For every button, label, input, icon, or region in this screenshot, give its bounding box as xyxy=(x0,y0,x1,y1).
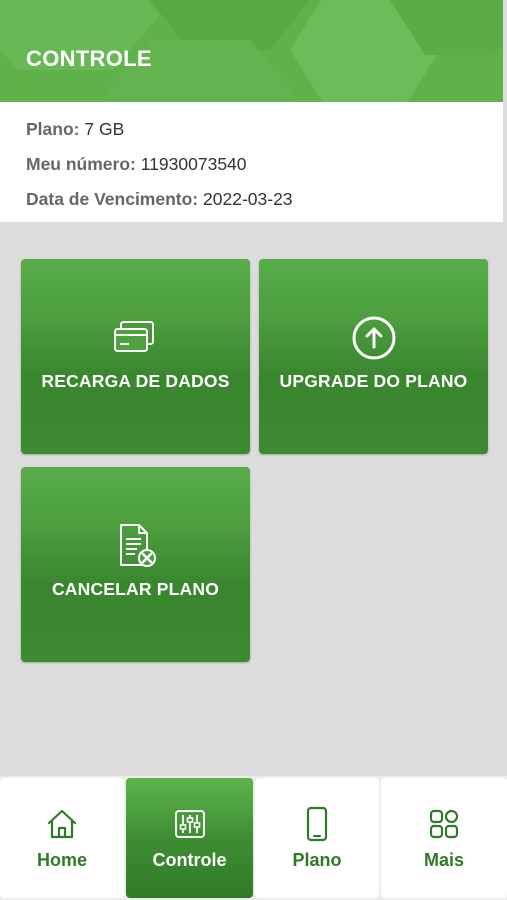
number-row: Meu número: 11930073540 xyxy=(26,154,503,189)
bottom-navigation: Home Controle Plano Mais xyxy=(0,776,507,900)
credit-cards-icon xyxy=(113,321,154,352)
smartphone-icon xyxy=(306,806,328,842)
upgrade-plan-label: UPGRADE DO PLANO xyxy=(279,371,468,391)
nav-item-plano[interactable]: Plano xyxy=(255,778,379,898)
number-value: 11930073540 xyxy=(140,154,247,174)
due-date-label: Data de Vencimento: xyxy=(26,189,199,209)
document-cancel-icon xyxy=(119,524,156,567)
grid-icon xyxy=(429,809,459,839)
page-title: CONTROLE xyxy=(26,46,152,71)
recharge-data-label: RECARGA DE DADOS xyxy=(41,371,230,391)
recharge-data-button[interactable]: RECARGA DE DADOS xyxy=(21,259,250,454)
nav-item-controle[interactable]: Controle xyxy=(126,778,253,898)
plan-value: 7 GB xyxy=(84,119,125,139)
nav-label-mais: Mais xyxy=(423,850,465,870)
nav-label-plano: Plano xyxy=(292,850,342,870)
nav-item-home[interactable]: Home xyxy=(0,778,124,898)
plan-row: Plano: 7 GB xyxy=(26,119,503,154)
cancel-plan-label: CANCELAR PLANO xyxy=(51,579,220,599)
nav-label-controle: Controle xyxy=(152,850,227,870)
home-icon xyxy=(47,809,77,839)
app-screen: CONTROLE Plano: 7 GB Meu número: 1193007… xyxy=(0,0,507,900)
nav-item-mais[interactable]: Mais xyxy=(381,778,507,898)
number-label: Meu número: xyxy=(26,154,136,174)
due-date-row: Data de Vencimento: 2022-03-23 xyxy=(26,189,503,224)
cancel-plan-button[interactable]: CANCELAR PLANO xyxy=(21,467,250,662)
plan-label: Plano: xyxy=(26,119,80,139)
header: CONTROLE xyxy=(0,0,503,102)
nav-label-home: Home xyxy=(36,850,87,870)
upgrade-plan-button[interactable]: UPGRADE DO PLANO xyxy=(259,259,488,454)
plan-info-card: Plano: 7 GB Meu número: 11930073540 Data… xyxy=(0,102,503,222)
due-date-value: 2022-03-23 xyxy=(203,189,293,209)
arrow-up-circle-icon xyxy=(352,316,395,360)
sliders-icon xyxy=(174,810,205,838)
